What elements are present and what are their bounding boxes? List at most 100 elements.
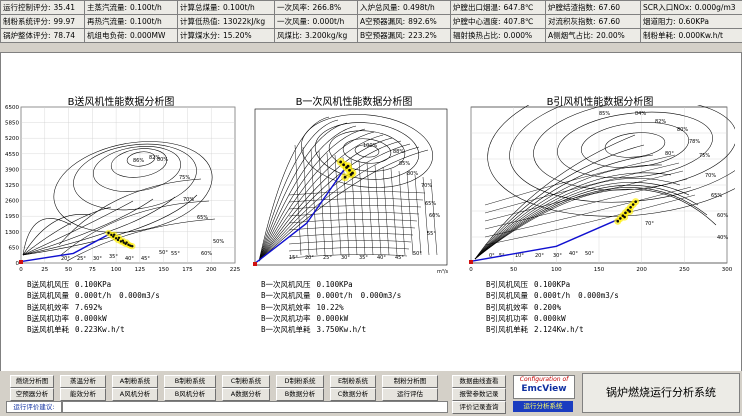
data-point [616, 219, 620, 223]
stat-value: 0.100t/h [223, 3, 255, 12]
stat-value: 0.000Kw.h/t [678, 31, 723, 40]
info-label: B送风机效率 [27, 302, 70, 312]
toolbar-button[interactable]: B风机分析 [164, 388, 216, 401]
stat-value: 0.60KPa [678, 17, 709, 26]
toolbar-button[interactable]: A数据分析 [222, 388, 270, 401]
contour-label: 65% [197, 215, 208, 221]
run-evaluation-tip-field[interactable] [62, 401, 448, 413]
stat-value: 266.8% [312, 3, 342, 12]
toolbar-button[interactable]: C制粉系统 [222, 375, 270, 388]
toolbar-button[interactable]: A制粉系统 [112, 375, 158, 388]
contour-label: 80° [665, 151, 674, 157]
toolbar-button[interactable]: B制粉系统 [164, 375, 216, 388]
stat-value: 0.000g/m3 [694, 3, 736, 12]
stat-cell: SCR入口NOx: 0.000g/m3 [640, 0, 742, 15]
contour-label: 50% [213, 239, 224, 245]
emcview-logo: Configuration of EmcView 运行分析系统 [513, 375, 575, 413]
info-line: B送风机单耗 0.223Kw.h/t [27, 324, 168, 335]
contour-label: 70% [705, 173, 716, 179]
info-label: B一次风机功率 [261, 313, 311, 323]
stat-cell: 烟道阻力: 0.60KPa [640, 14, 742, 29]
stat-value: 99.97 [53, 17, 76, 26]
stat-value: 0.000MW [130, 31, 166, 40]
info-label: B送风机单耗 [27, 325, 70, 335]
stat-value: 67.60 [598, 3, 621, 12]
contour-label: 15° [289, 255, 298, 261]
run-evaluation-tip-label: 运行评价建议: [6, 401, 62, 413]
stat-label: 一次风率: [277, 3, 310, 12]
info-label: B引风机单耗 [486, 325, 529, 335]
x-tick-label: 250 [679, 267, 690, 273]
contour-label: 35° [109, 254, 118, 260]
stat-label: 辐射换热占比: [453, 31, 501, 40]
info-value: 0.000kW [316, 313, 349, 323]
data-point [113, 233, 116, 236]
toolbar-button[interactable]: 数据曲线查看 [452, 375, 506, 388]
info-value: 0.000t/h [534, 291, 571, 301]
toolbar-button[interactable]: 燃烧分析图 [10, 375, 54, 388]
stat-cell: 再热汽流量: 0.100t/h [84, 14, 178, 29]
toolbar-button[interactable]: B数据分析 [276, 388, 324, 401]
stats-row: 制粉系统评分: 99.97 再热汽流量: 0.100t/h 计算低热值: 13022kJ/… [0, 14, 742, 29]
contour-label: 55° [171, 251, 180, 257]
toolbar-button[interactable]: A风机分析 [112, 388, 158, 401]
stat-label: 计算总煤量: [180, 3, 221, 12]
stat-value: 0.000t/h [312, 17, 345, 26]
y-tick-label: 1300 [5, 230, 19, 236]
info-value: 10.22% [316, 302, 344, 312]
stat-cell: 机组电负荷: 0.000MW [84, 28, 178, 43]
contour-label: 70% [421, 183, 432, 189]
stat-cell: 辐射换热占比: 0.000% [450, 28, 546, 43]
contour-label: 85% [599, 111, 610, 117]
toolbar-button[interactable]: 能效分析 [60, 388, 106, 401]
x-tick-label: 50 [510, 267, 517, 273]
stat-label: SCR入口NOx: [643, 3, 692, 12]
stat-label: A空预器漏风: [360, 17, 406, 26]
info-value: 0.000m3/s [119, 291, 160, 301]
toolbar-button[interactable]: 制粉分析图 [382, 375, 438, 388]
info-label: B送风机功率 [27, 313, 70, 323]
logo-top: Configuration of EmcView [513, 375, 575, 399]
stat-cell: 计算总煤量: 0.100t/h [177, 0, 275, 15]
info-line: B一次风机功率 0.000kW [261, 313, 409, 324]
toolbar-button[interactable]: 蒸温分析 [60, 375, 106, 388]
data-point [348, 168, 351, 172]
info-value: 0.100KPa [316, 280, 353, 289]
y-tick-label: 5850 [5, 121, 19, 127]
stat-label: A侧烟气占比: [548, 31, 594, 40]
info-value: 0.000m3/s [578, 291, 619, 301]
data-point [117, 236, 121, 239]
contour-label: 30° [553, 253, 562, 259]
info-line: B引风机效率 0.200% [486, 302, 627, 313]
contour-label: 100% [363, 143, 378, 149]
x-tick-label: 150 [594, 267, 605, 273]
info-value: 0.000kW [75, 313, 107, 323]
toolbar-button[interactable]: C数据分析 [330, 388, 376, 401]
stat-cell: 一次风率: 266.8% [274, 0, 358, 15]
stat-label: 炉膛中心温度: [453, 17, 501, 26]
stat-cell: 炉膛结渣指数: 67.60 [545, 0, 641, 15]
data-point [343, 175, 347, 179]
chart-area: B送风机性能数据分析图 0 25 50 75 100 125 150 175 200 225 0 65… [0, 52, 742, 372]
evaluation-record-query-button[interactable]: 评价记录查询 [452, 401, 506, 414]
stat-value: 0.100t/h [130, 17, 162, 26]
contour-label: 80% [157, 157, 168, 163]
x-unit-label: m³/s [437, 269, 449, 275]
stat-label: 一次风量: [277, 17, 310, 26]
info-value: 0.100KPa [534, 280, 571, 289]
stat-cell: 风煤比: 3.200kg/kg [274, 28, 358, 43]
info-value: 0.000kW [534, 313, 566, 323]
toolbar-button[interactable]: 运行评估 [382, 388, 438, 401]
stat-value: 647.8℃ [503, 3, 534, 12]
info-label: B一次风机效率 [261, 302, 311, 312]
toolbar-button[interactable]: 空预器分析 [10, 388, 54, 401]
toolbar-button[interactable]: D制粉系统 [276, 375, 324, 388]
toolbar-button[interactable]: E制粉系统 [330, 375, 376, 388]
logo-bottom: 运行分析系统 [513, 401, 573, 412]
contour-label: 65% [425, 201, 436, 207]
contour-label: 65% [711, 193, 722, 199]
stat-label: 制粉单耗: [643, 31, 676, 40]
info-value: 2.124Kw.h/t [534, 325, 584, 335]
toolbar-button[interactable]: 报警参数记录 [452, 388, 506, 401]
stat-cell: A侧烟气占比: 20.00% [545, 28, 641, 43]
